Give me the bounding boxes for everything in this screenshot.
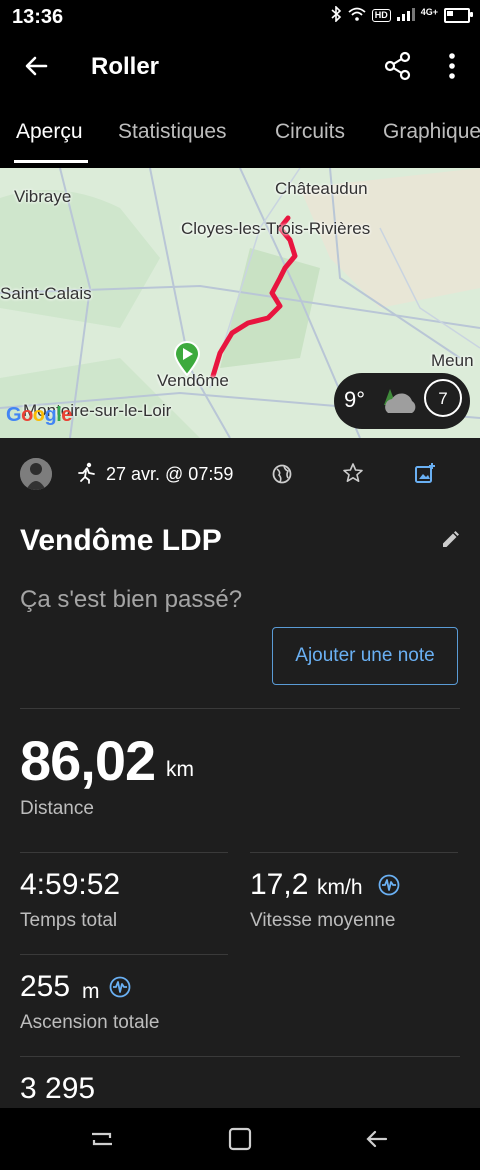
- map-label: Cloyes-les-Trois-Rivières: [181, 219, 371, 238]
- map-label: Saint-Calais: [0, 284, 92, 303]
- tab-graphiques[interactable]: Graphiques: [383, 120, 480, 144]
- activity-details: 27 avr. @ 07:59 Vendôme LDP Ça s'est bie…: [0, 438, 480, 1108]
- more-options-button[interactable]: [438, 50, 466, 82]
- start-marker-icon: [173, 341, 201, 382]
- distance-label: Distance: [20, 798, 94, 819]
- next-stat-value: 3 295: [20, 1072, 96, 1105]
- total-time-value: 4:59:52: [20, 868, 121, 901]
- route-map[interactable]: Vibraye Châteaudun Cloyes-les-Trois-Rivi…: [0, 168, 480, 438]
- tab-circuits[interactable]: Circuits: [275, 120, 345, 144]
- network-type: 4G+: [420, 6, 438, 17]
- bluetooth-icon: [330, 5, 342, 25]
- pencil-icon[interactable]: [440, 530, 460, 550]
- cloud-sun-icon: [378, 383, 420, 422]
- avg-speed-label: Vitesse moyenne: [250, 910, 396, 931]
- back-icon: [366, 1130, 388, 1148]
- more-vertical-icon: [449, 53, 455, 79]
- ascent-value: 255: [20, 970, 71, 1003]
- page-title: Roller: [91, 53, 160, 80]
- avg-speed-unit: km/h: [317, 876, 363, 899]
- distance-value: 86,02: [20, 729, 156, 792]
- distance-unit: km: [166, 758, 194, 781]
- share-icon: [384, 51, 411, 81]
- activity-date: 27 avr. @ 07:59: [106, 464, 234, 484]
- heart-rate-icon[interactable]: [378, 874, 400, 896]
- ascent-label: Ascension totale: [20, 1012, 160, 1033]
- add-note-button[interactable]: Ajouter une note: [272, 627, 458, 685]
- signal-icon: [396, 7, 415, 24]
- tab-statistiques[interactable]: Statistiques: [118, 120, 227, 144]
- avatar[interactable]: [20, 458, 52, 490]
- total-time-label: Temps total: [20, 910, 118, 931]
- divider: [20, 954, 228, 955]
- star-icon[interactable]: [342, 462, 364, 484]
- forecast-days: 7: [438, 389, 448, 408]
- weather-widget[interactable]: 9° 7: [334, 373, 470, 429]
- hd-voice-icon: HD: [371, 9, 391, 22]
- divider: [20, 708, 460, 709]
- ascent-unit: m: [82, 980, 100, 1003]
- heart-rate-icon[interactable]: [109, 976, 131, 998]
- share-button[interactable]: [382, 50, 414, 82]
- map-label: Vibraye: [14, 187, 72, 206]
- tab-bar: Aperçu Statistiques Circuits Graphiques: [0, 108, 480, 164]
- divider: [20, 1056, 460, 1057]
- map-label: Meun: [431, 351, 474, 370]
- tab-apercu[interactable]: Aperçu: [16, 120, 83, 144]
- inline-skate-icon: [76, 462, 98, 484]
- status-icons: HD 4G+: [330, 5, 473, 25]
- home-button[interactable]: [226, 1126, 254, 1152]
- wifi-icon: [348, 7, 366, 24]
- system-nav-bar: [0, 1108, 480, 1170]
- weather-temperature: 9°: [344, 387, 366, 412]
- google-logo: Google: [6, 404, 72, 426]
- system-back-button[interactable]: [364, 1126, 392, 1152]
- back-button[interactable]: [20, 50, 52, 82]
- home-icon: [228, 1127, 252, 1151]
- avg-speed-value: 17,2: [250, 868, 309, 901]
- add-photo-icon[interactable]: [414, 462, 436, 484]
- divider: [250, 852, 458, 853]
- feedback-prompt[interactable]: Ça s'est bien passé?: [20, 586, 242, 614]
- status-bar: 13:36 HD 4G+: [0, 0, 480, 36]
- recents-icon: [92, 1132, 112, 1146]
- activity-name: Vendôme LDP: [20, 524, 222, 557]
- battery-icon: [444, 8, 473, 23]
- arrow-left-icon: [25, 56, 48, 76]
- globe-icon[interactable]: [272, 464, 292, 484]
- tab-indicator: [14, 160, 88, 163]
- app-bar: Roller: [0, 36, 480, 98]
- forecast-dial: 7: [424, 379, 462, 417]
- divider: [20, 852, 228, 853]
- recent-apps-button[interactable]: [88, 1126, 116, 1152]
- clock: 13:36: [12, 6, 64, 28]
- map-label: Châteaudun: [275, 179, 368, 198]
